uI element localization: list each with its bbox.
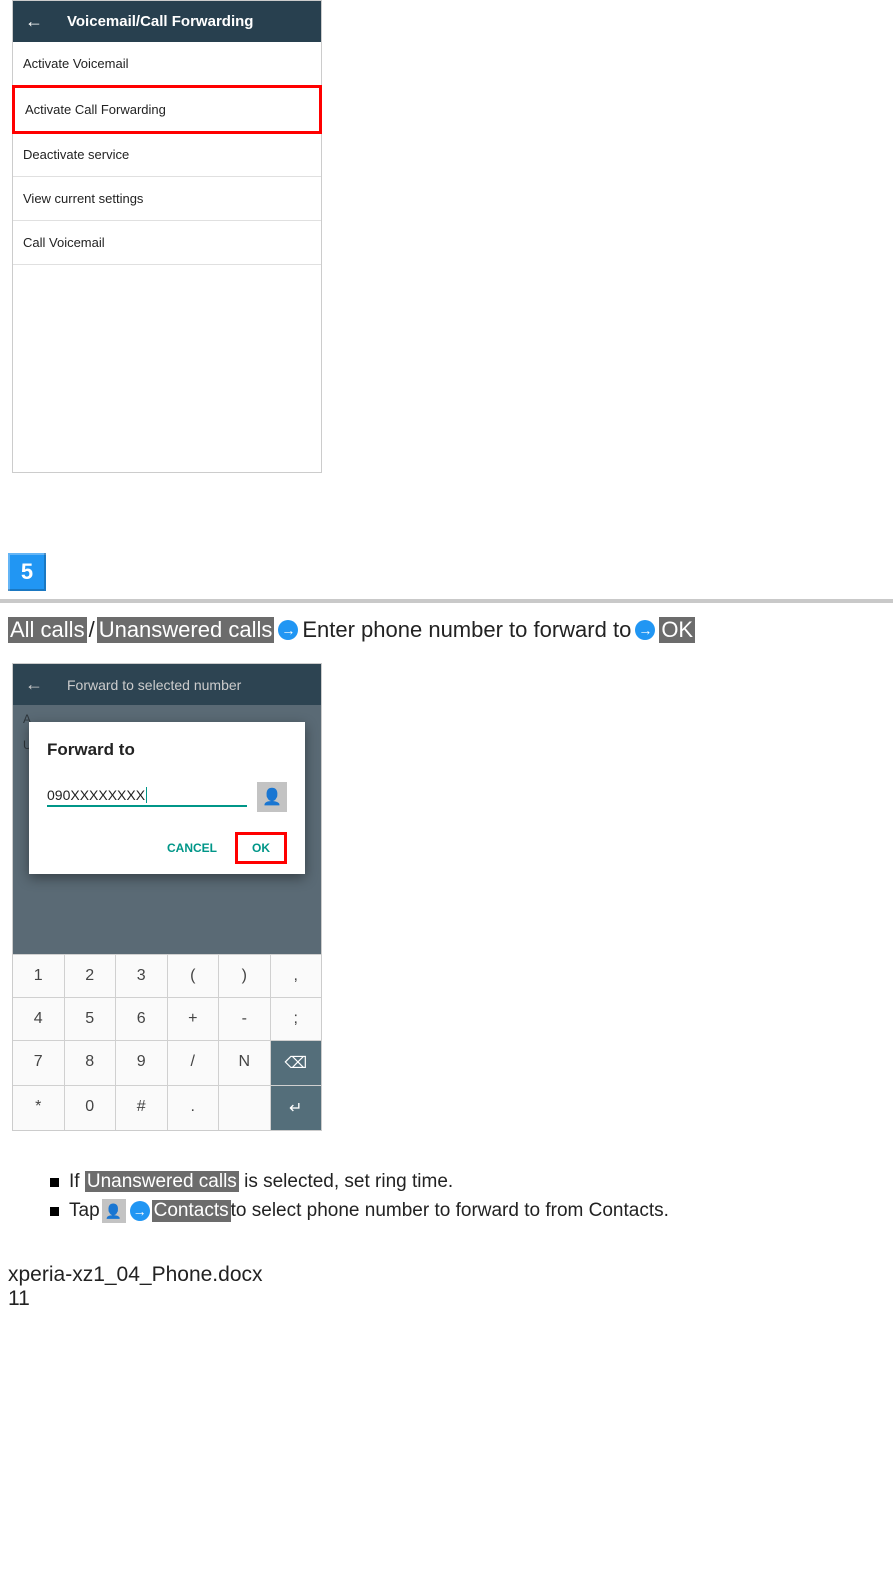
dial-keypad: 1 2 3 ( ) , 4 5 6 + - ; 7 8 9 / N ⌫ * 0 … bbox=[13, 954, 321, 1130]
app-header: ← Voicemail/Call Forwarding bbox=[13, 1, 321, 42]
key-slash[interactable]: / bbox=[168, 1041, 220, 1085]
note-highlight: Contacts bbox=[152, 1200, 231, 1222]
key-backspace[interactable]: ⌫ bbox=[271, 1041, 322, 1085]
key-blank[interactable] bbox=[219, 1086, 271, 1130]
key-n[interactable]: N bbox=[219, 1041, 271, 1085]
instruction-unanswered: Unanswered calls bbox=[97, 617, 275, 643]
note-text: Tap bbox=[69, 1200, 100, 1222]
dialog-title: Forward to bbox=[47, 740, 287, 760]
phone-input-row: 090XXXXXXXX 👤 bbox=[47, 782, 287, 812]
key-minus[interactable]: - bbox=[219, 998, 271, 1040]
key-dot[interactable]: . bbox=[168, 1086, 220, 1130]
person-icon: 👤 bbox=[262, 787, 282, 807]
instruction-line: All calls/Unanswered calls → Enter phone… bbox=[0, 617, 893, 663]
menu-item-deactivate-service[interactable]: Deactivate service bbox=[13, 133, 321, 177]
back-icon[interactable]: ← bbox=[25, 674, 43, 695]
forward-dialog-screenshot: ← Forward to selected number A U Forward… bbox=[12, 663, 322, 1131]
header-title: Voicemail/Call Forwarding bbox=[67, 13, 253, 30]
key-5[interactable]: 5 bbox=[65, 998, 117, 1040]
menu-item-view-current-settings[interactable]: View current settings bbox=[13, 177, 321, 221]
back-icon[interactable]: ← bbox=[25, 11, 43, 32]
note-text: If bbox=[69, 1171, 85, 1192]
key-paren-open[interactable]: ( bbox=[168, 955, 220, 997]
menu-item-activate-call-forwarding[interactable]: Activate Call Forwarding bbox=[12, 85, 322, 134]
key-6[interactable]: 6 bbox=[116, 998, 168, 1040]
dialog-backdrop: ← Forward to selected number A U Forward… bbox=[13, 664, 321, 954]
note-item: Tap 👤 → Contacts to select phone number … bbox=[50, 1199, 893, 1223]
instruction-ok: OK bbox=[659, 617, 695, 643]
menu-item-call-voicemail[interactable]: Call Voicemail bbox=[13, 221, 321, 265]
key-2[interactable]: 2 bbox=[65, 955, 117, 997]
menu-item-activate-voicemail[interactable]: Activate Voicemail bbox=[13, 42, 321, 86]
contacts-button[interactable]: 👤 bbox=[257, 782, 287, 812]
key-4[interactable]: 4 bbox=[13, 998, 65, 1040]
ok-button[interactable]: OK bbox=[235, 832, 287, 864]
key-star[interactable]: * bbox=[13, 1086, 65, 1130]
instruction-slash: / bbox=[89, 617, 95, 643]
note-text: is selected, set ring time. bbox=[239, 1171, 453, 1192]
key-semicolon[interactable]: ; bbox=[271, 998, 322, 1040]
step-section: 5 bbox=[0, 553, 893, 603]
page-number: 11 bbox=[8, 1287, 885, 1311]
bullet-icon bbox=[50, 1207, 59, 1216]
key-9[interactable]: 9 bbox=[116, 1041, 168, 1085]
instruction-middle: Enter phone number to forward to bbox=[302, 617, 631, 643]
key-comma[interactable]: , bbox=[271, 955, 322, 997]
key-1[interactable]: 1 bbox=[13, 955, 65, 997]
person-icon: 👤 bbox=[102, 1199, 126, 1223]
key-0[interactable]: 0 bbox=[65, 1086, 117, 1130]
step-number-badge: 5 bbox=[8, 553, 46, 591]
phone-input[interactable]: 090XXXXXXXX bbox=[47, 787, 247, 807]
key-plus[interactable]: + bbox=[168, 998, 220, 1040]
notes-list: If Unanswered calls is selected, set rin… bbox=[50, 1171, 893, 1223]
dialog-actions: CANCEL OK bbox=[47, 832, 287, 864]
divider bbox=[0, 599, 893, 603]
bullet-icon bbox=[50, 1178, 59, 1187]
settings-screenshot: ← Voicemail/Call Forwarding Activate Voi… bbox=[12, 0, 322, 473]
text-cursor bbox=[146, 787, 147, 803]
key-8[interactable]: 8 bbox=[65, 1041, 117, 1085]
key-paren-close[interactable]: ) bbox=[219, 955, 271, 997]
key-hash[interactable]: # bbox=[116, 1086, 168, 1130]
key-3[interactable]: 3 bbox=[116, 955, 168, 997]
note-item: If Unanswered calls is selected, set rin… bbox=[50, 1171, 893, 1193]
app-header: ← Forward to selected number bbox=[13, 664, 321, 705]
forward-to-dialog: Forward to 090XXXXXXXX 👤 CANCEL OK bbox=[29, 722, 305, 874]
settings-menu-list: Activate Voicemail Activate Call Forward… bbox=[13, 42, 321, 472]
arrow-icon: → bbox=[130, 1201, 150, 1221]
note-highlight: Unanswered calls bbox=[85, 1171, 239, 1192]
arrow-icon: → bbox=[635, 620, 655, 640]
cancel-button[interactable]: CANCEL bbox=[159, 835, 225, 861]
document-footer: xperia-xz1_04_Phone.docx 11 bbox=[0, 1263, 893, 1311]
key-enter[interactable]: ↵ bbox=[271, 1086, 322, 1130]
filename: xperia-xz1_04_Phone.docx bbox=[8, 1263, 885, 1287]
key-7[interactable]: 7 bbox=[13, 1041, 65, 1085]
note-text: to select phone number to forward to fro… bbox=[231, 1200, 669, 1222]
phone-input-value: 090XXXXXXXX bbox=[47, 787, 145, 803]
arrow-icon: → bbox=[278, 620, 298, 640]
instruction-all-calls: All calls bbox=[8, 617, 87, 643]
header-title: Forward to selected number bbox=[67, 677, 241, 693]
